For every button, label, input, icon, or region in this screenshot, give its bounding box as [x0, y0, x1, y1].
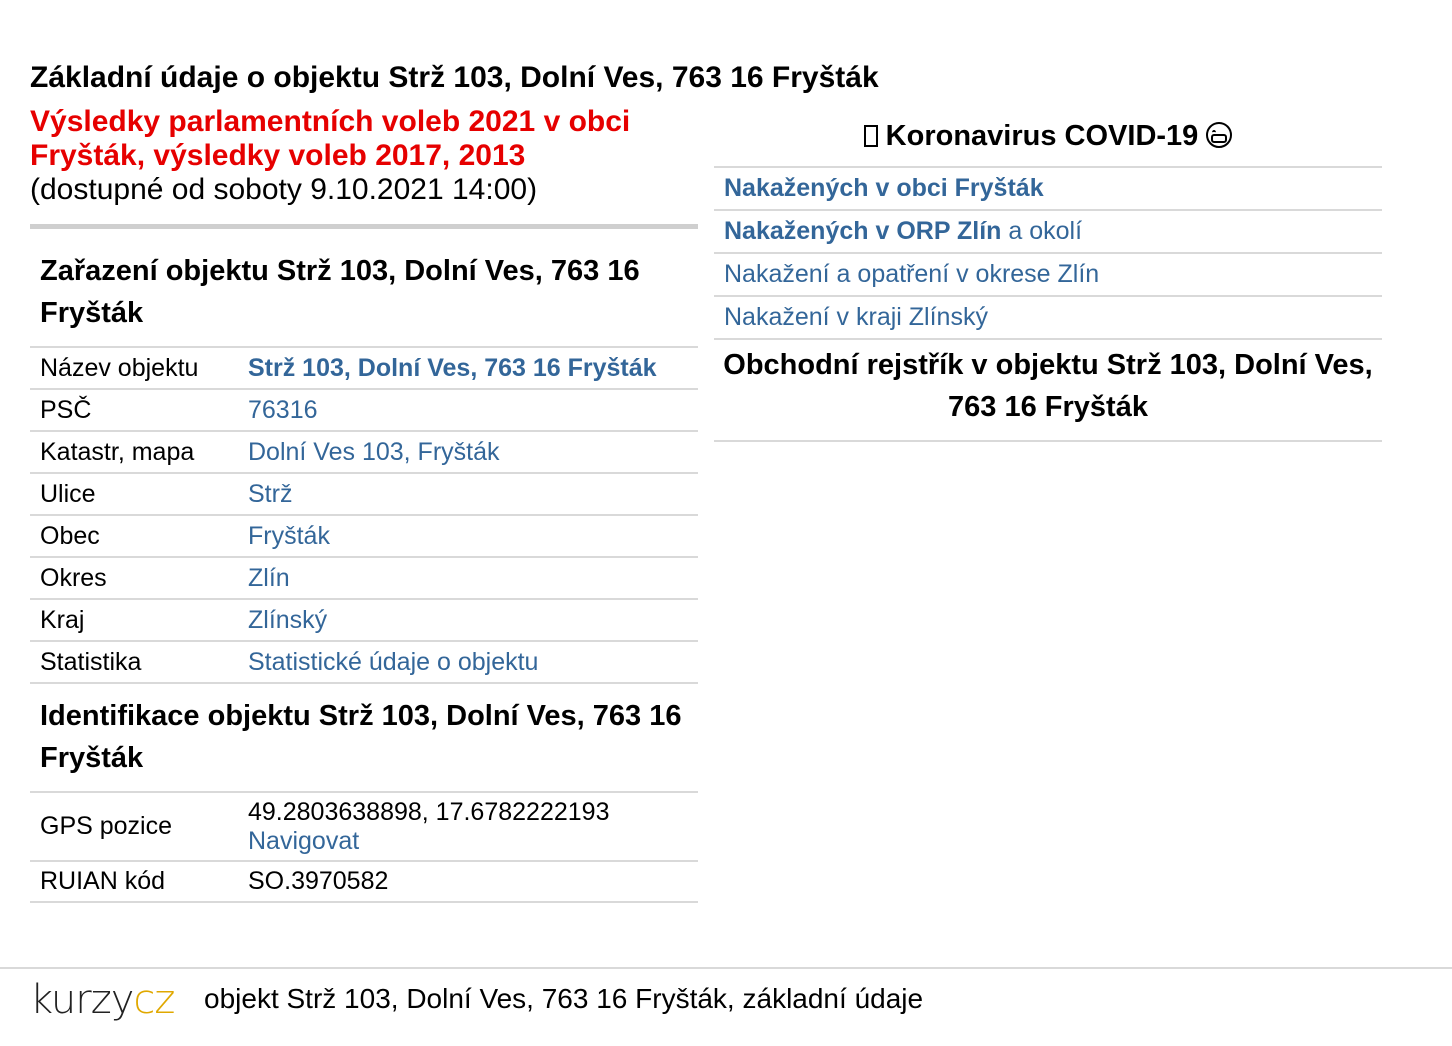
footer-text: objekt Strž 103, Dolní Ves, 763 16 Fryšt…	[204, 983, 924, 1014]
identification-table: GPS pozice 49.2803638898, 17.6782222193 …	[30, 791, 698, 903]
row-label: Statistika	[40, 647, 142, 676]
table-row: Okres Zlín	[30, 557, 698, 599]
district-link[interactable]: Zlín	[248, 564, 290, 592]
covid-municipality-link[interactable]: Nakažených v obci Fryšták	[724, 174, 1044, 202]
row-label: Katastr, mapa	[40, 437, 195, 466]
row-label: GPS pozice	[40, 812, 173, 840]
covid-heading-text: Koronavirus COVID-19	[885, 120, 1199, 152]
list-item[interactable]: Nakažených v ORP Zlín a okolí	[714, 209, 1382, 252]
table-row: Statistika Statistické údaje o objektu	[30, 641, 698, 683]
virus-icon	[863, 125, 878, 147]
covid-heading: Koronavirus COVID-19	[714, 116, 1382, 156]
page-title: Základní údaje o objektu Strž 103, Dolní…	[30, 61, 879, 94]
list-item[interactable]: Nakažení a opatření v okrese Zlín	[714, 252, 1382, 295]
postal-code-link[interactable]: 76316	[248, 396, 318, 424]
row-label: Ulice	[40, 479, 96, 508]
table-row: PSČ 76316	[30, 389, 698, 431]
list-item[interactable]: Nakažených v obci Fryšták	[714, 166, 1382, 209]
gps-coordinates: 49.2803638898, 17.6782222193	[248, 797, 610, 826]
row-label: Okres	[40, 563, 107, 592]
object-name-link[interactable]: Strž 103, Dolní Ves, 763 16 Fryšták	[248, 354, 657, 382]
elections-availability: (dostupné od soboty 9.10.2021 14:00)	[30, 173, 538, 206]
municipality-link[interactable]: Fryšták	[248, 522, 330, 550]
table-row: Ulice Strž	[30, 473, 698, 515]
cadastre-map-link[interactable]: Dolní Ves 103, Fryšták	[248, 438, 500, 466]
ruian-code: SO.3970582	[248, 867, 389, 895]
section-divider	[30, 224, 698, 229]
navigate-link[interactable]: Navigovat	[248, 827, 359, 855]
kurzy-logo[interactable]: kurzycz	[30, 977, 175, 1023]
table-row: RUIAN kód SO.3970582	[30, 861, 698, 902]
row-label: RUIAN kód	[40, 867, 166, 895]
row-label: Obec	[40, 521, 100, 550]
covid-region-link[interactable]: Nakažení v kraji Zlínský	[724, 303, 988, 331]
row-label: PSČ	[40, 395, 92, 424]
covid-links: Nakažených v obci Fryšták Nakažených v O…	[714, 166, 1382, 340]
row-label: Název objektu	[40, 353, 199, 382]
row-label: Kraj	[40, 605, 85, 634]
statistics-link[interactable]: Statistické údaje o objektu	[248, 648, 538, 676]
table-row: GPS pozice 49.2803638898, 17.6782222193 …	[30, 792, 698, 861]
elections-link[interactable]: Výsledky parlamentních voleb 2021 v obci…	[30, 105, 630, 172]
face-mask-icon	[1206, 122, 1233, 148]
region-link[interactable]: Zlínský	[248, 606, 327, 634]
business-register-heading: Obchodní rejstřík v objektu Strž 103, Do…	[723, 349, 1373, 423]
classification-heading: Zařazení objektu Strž 103, Dolní Ves, 76…	[40, 255, 640, 329]
covid-district-link[interactable]: Nakažení a opatření v okrese Zlín	[724, 260, 1099, 288]
table-row: Obec Fryšták	[30, 515, 698, 557]
section-divider	[714, 440, 1382, 442]
list-item[interactable]: Nakažení v kraji Zlínský	[714, 295, 1382, 340]
identification-heading: Identifikace objektu Strž 103, Dolní Ves…	[40, 700, 682, 774]
covid-orp-link[interactable]: Nakažených v ORP Zlín a okolí	[724, 217, 1082, 245]
table-row: Kraj Zlínský	[30, 599, 698, 641]
street-link[interactable]: Strž	[248, 480, 292, 508]
footer: kurzycz objekt Strž 103, Dolní Ves, 763 …	[0, 967, 1452, 1046]
table-row: Katastr, mapa Dolní Ves 103, Fryšták	[30, 431, 698, 473]
classification-table: Název objektu Strž 103, Dolní Ves, 763 1…	[30, 346, 698, 684]
table-row: Název objektu Strž 103, Dolní Ves, 763 1…	[30, 347, 698, 389]
elections-block: Výsledky parlamentních voleb 2021 v obci…	[30, 105, 690, 207]
